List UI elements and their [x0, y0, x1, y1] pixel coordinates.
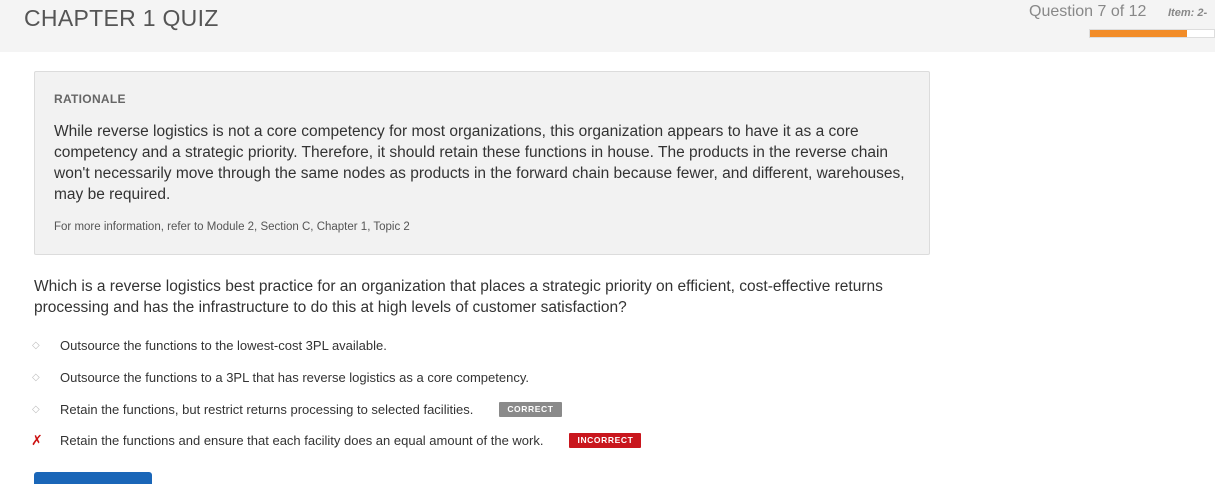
progress-bar: [1089, 29, 1215, 38]
rationale-reference: For more information, refer to Module 2,…: [54, 221, 410, 233]
answer-option-2[interactable]: ◇ Outsource the functions to a 3PL that …: [30, 367, 529, 387]
diamond-bullet-icon: ◇: [32, 339, 40, 351]
answer-option-4[interactable]: ✗ Retain the functions and ensure that e…: [30, 430, 642, 450]
page-title: CHAPTER 1 QUIZ: [24, 5, 219, 31]
question-text: Which is a reverse logistics best practi…: [34, 278, 883, 316]
answer-option-label: Retain the functions and ensure that eac…: [60, 432, 544, 448]
answer-option-label: Outsource the functions to a 3PL that ha…: [60, 369, 529, 385]
answer-option-label: Retain the functions, but restrict retur…: [60, 401, 474, 417]
answer-option-3[interactable]: ◇ Retain the functions, but restrict ret…: [30, 399, 562, 419]
question-counter: Question 7 of 12: [1029, 3, 1147, 20]
diamond-bullet-icon: ◇: [32, 403, 40, 415]
answer-option-label: Outsource the functions to the lowest-co…: [60, 337, 387, 353]
answer-option-1[interactable]: ◇ Outsource the functions to the lowest-…: [30, 335, 387, 355]
progress-bar-fill: [1090, 30, 1187, 37]
correct-badge: CORRECT: [499, 401, 562, 417]
quiz-header: CHAPTER 1 QUIZ Question 7 of 12 Item: 2-: [0, 0, 1215, 52]
continue-button[interactable]: [34, 472, 152, 484]
rationale-text: While reverse logistics is not a core co…: [54, 123, 905, 203]
incorrect-badge: INCORRECT: [569, 432, 642, 448]
diamond-bullet-icon: ◇: [32, 371, 40, 383]
rationale-panel: RATIONALE While reverse logistics is not…: [34, 71, 930, 255]
rationale-heading: RATIONALE: [54, 92, 126, 106]
x-mark-icon: ✗: [31, 431, 43, 448]
item-label: Item: 2-: [1168, 7, 1208, 19]
